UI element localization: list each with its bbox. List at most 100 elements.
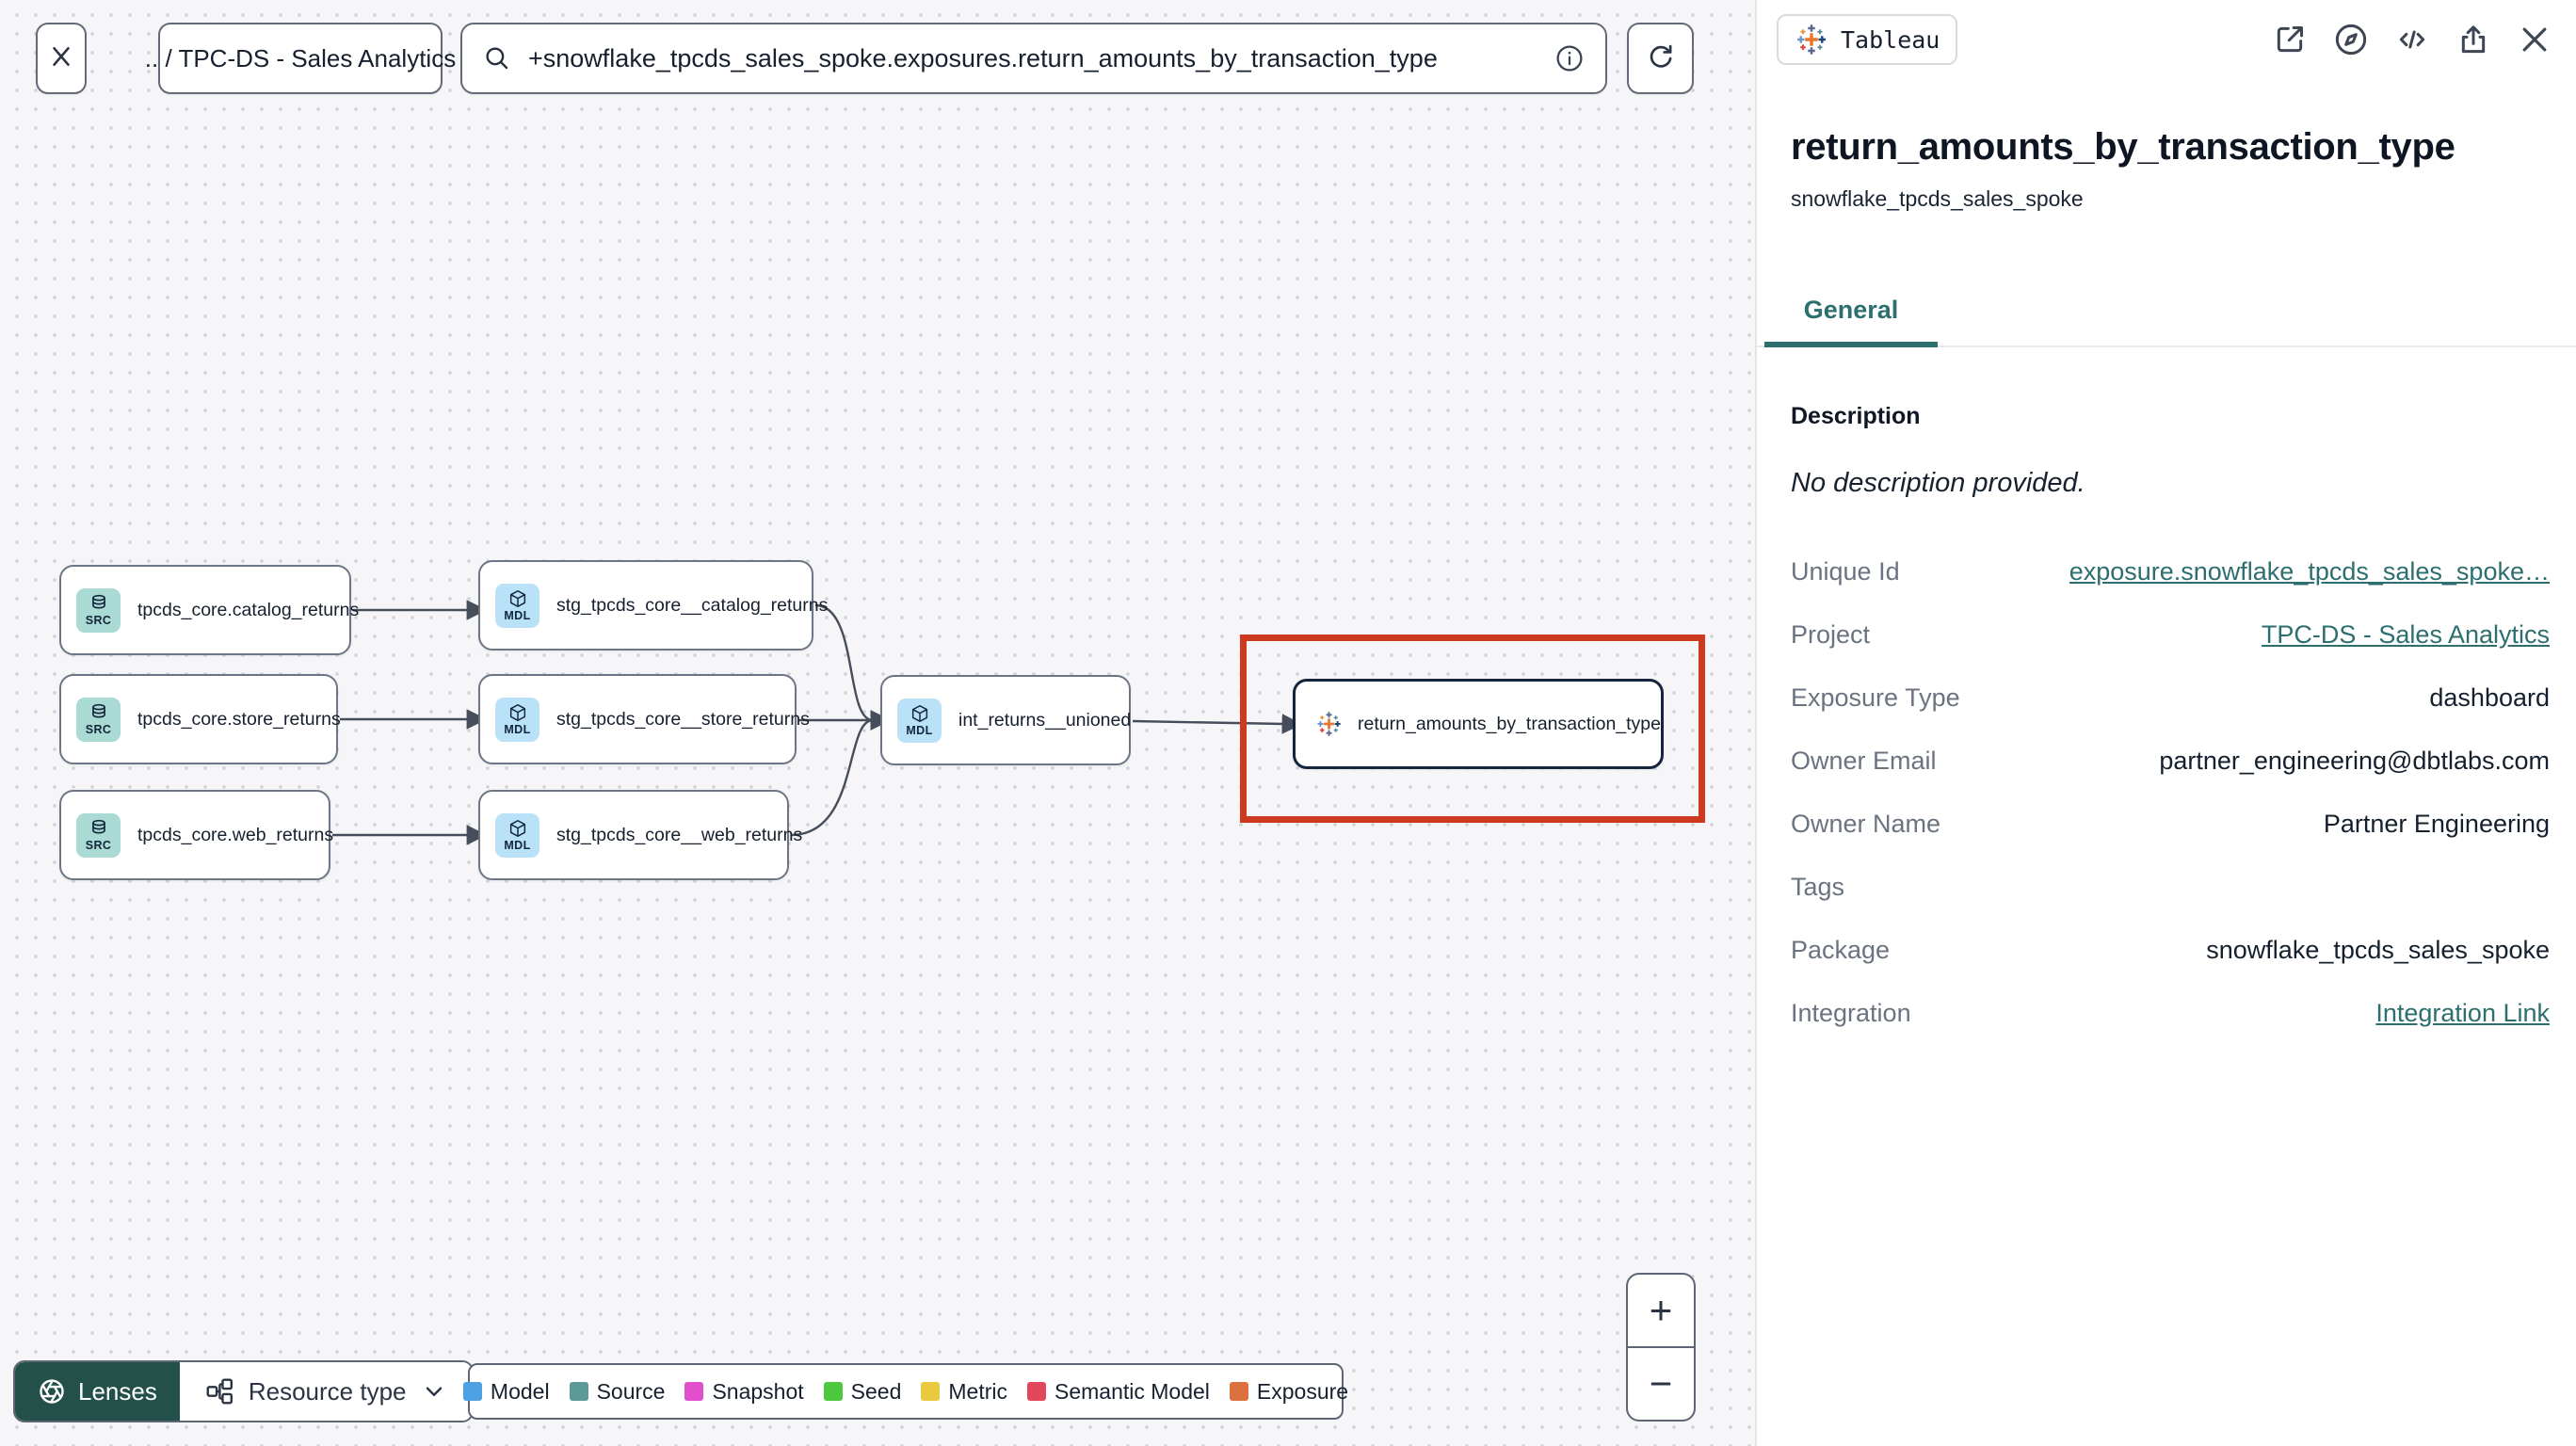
panel-actions [2271,21,2553,58]
legend-item-source: Source [569,1378,666,1405]
info-icon[interactable] [1554,43,1585,73]
legend-item-exposure: Exposure [1229,1378,1349,1405]
database-icon [91,595,105,609]
field-row-package: Package snowflake_tpcds_sales_spoke [1791,919,2550,982]
refresh-icon [1646,41,1676,76]
field-value: Partner Engineering [2323,810,2550,838]
tableau-logo-icon [1795,23,1828,56]
legend-label: Seed [850,1378,902,1404]
field-value: partner_engineering@dbtlabs.com [2159,747,2550,775]
node-label: tpcds_core.catalog_returns [137,599,360,620]
graph-node-src_web[interactable]: SRC tpcds_core.web_returns [59,790,334,880]
zoom-out-button[interactable]: − [1628,1348,1694,1420]
field-value[interactable]: TPC-DS - Sales Analytics [2262,620,2550,650]
field-row-integration: Integration Integration Link [1791,982,2550,1045]
legend-item-model: Model [462,1378,550,1405]
resource-package-subtitle: snowflake_tpcds_sales_spoke [1791,186,2084,211]
node-label: stg_tpcds_core__web_returns [556,824,803,845]
cube-icon [509,590,525,608]
model-badge: MDL [897,698,942,743]
node-label: stg_tpcds_core__store_returns [556,708,810,730]
chevron-down-icon [421,1378,447,1405]
panel-body: Description No description provided. Uni… [1791,378,2550,1045]
dbt-explorer-lineage-app: .. / TPC-DS - Sales Analytics +snowflake… [0,0,2576,1446]
code-icon[interactable] [2393,21,2431,58]
field-label: Integration [1791,999,1911,1027]
tableau-logo-icon [1317,712,1341,736]
graph-node-src_catalog[interactable]: SRC tpcds_core.catalog_returns [59,565,359,655]
legend-label: Exposure [1256,1378,1349,1404]
legend: Model Source Snapshot Seed Metric Semantic Mo… [462,1363,1348,1420]
model-badge: MDL [495,697,539,742]
graph-node-stg_store[interactable]: MDL stg_tpcds_core__store_returns [478,674,810,764]
open-external-icon[interactable] [2271,21,2309,58]
close-panel-icon[interactable] [2516,21,2553,58]
resource-type-label: Resource type [248,1376,407,1406]
cube-icon [509,704,525,722]
legend-label: Snapshot [712,1378,804,1404]
graph-node-stg_catalog[interactable]: MDL stg_tpcds_core__catalog_returns [478,560,828,651]
legend-label: Semantic Model [1055,1378,1210,1404]
close-icon [47,42,75,75]
close-lineage-button[interactable] [36,23,87,94]
field-row-owner-name: Owner Name Partner Engineering [1791,793,2550,856]
tableau-logo-icon [1797,24,1826,55]
legend-swatch [462,1382,482,1401]
field-value[interactable]: Integration Link [2375,999,2550,1028]
node-label: return_amounts_by_transaction_type [1358,713,1661,734]
refresh-lineage-button[interactable] [1627,23,1694,94]
graph-node-src_store[interactable]: SRC tpcds_core.store_returns [59,674,341,764]
lineage-canvas[interactable]: .. / TPC-DS - Sales Analytics +snowflake… [0,0,1755,1446]
field-label: Package [1791,936,1891,964]
model-badge: MDL [495,583,539,628]
legend-swatch [921,1382,941,1401]
legend-swatch [684,1382,704,1401]
field-label: Tags [1791,873,1845,901]
lenses-label: Lenses [78,1376,157,1406]
share-icon[interactable] [2455,21,2492,58]
search-icon [483,44,511,72]
graph-node-int_unioned[interactable]: MDL int_returns__unioned [880,675,1131,765]
integration-badge: Tableau [1777,14,1958,65]
legend-label: Model [490,1378,550,1404]
database-icon [91,704,105,718]
field-value: dashboard [2429,683,2550,712]
breadcrumb[interactable]: .. / TPC-DS - Sales Analytics [145,23,456,94]
resource-type-dropdown[interactable]: Resource type [179,1362,472,1421]
legend-swatch [569,1382,588,1401]
explore-compass-icon[interactable] [2332,21,2370,58]
description-header: Description [1791,403,1921,429]
lenses-button[interactable]: Lenses [15,1362,180,1421]
node-label: tpcds_core.web_returns [137,824,334,845]
cube-icon [911,705,927,723]
fields-list: Unique Id exposure.snowflake_tpcds_sales_… [1791,540,2550,1045]
zoom-controls: + − [1626,1273,1696,1422]
field-row-unique-id: Unique Id exposure.snowflake_tpcds_sales_… [1791,540,2550,603]
legend-label: Source [596,1378,666,1404]
legend-item-metric: Metric [921,1379,1007,1405]
legend-item-seed: Seed [823,1378,902,1405]
zoom-in-button[interactable]: + [1628,1275,1694,1348]
search-input[interactable] [526,42,1539,74]
breadcrumb-label: .. / TPC-DS - Sales Analytics [144,43,457,72]
field-value: snowflake_tpcds_sales_spoke [2206,936,2550,964]
resource-type-icon [204,1376,234,1406]
graph-node-stg_web[interactable]: MDL stg_tpcds_core__web_returns [478,790,802,880]
node-label: int_returns__unioned [958,709,1132,731]
legend-swatch [823,1382,843,1401]
graph-node-exposure[interactable]: return_amounts_by_transaction_type [1293,679,1664,769]
legend-label: Metric [948,1378,1007,1404]
lineage-search [460,23,1607,94]
description-text: No description provided. [1791,468,2085,498]
field-row-tags: Tags [1791,856,2550,919]
database-icon [91,820,105,834]
field-label: Project [1791,620,1871,649]
legend-item-snapshot: Snapshot [684,1378,804,1405]
source-badge: SRC [76,587,121,633]
legend-swatch [1027,1382,1046,1401]
cube-icon [509,820,525,838]
legend-swatch [1229,1382,1248,1401]
field-value[interactable]: exposure.snowflake_tpcds_sales_spoke… [2069,557,2550,586]
field-row-exposure-type: Exposure Type dashboard [1791,667,2550,730]
tab-general[interactable]: General [1764,296,1938,347]
